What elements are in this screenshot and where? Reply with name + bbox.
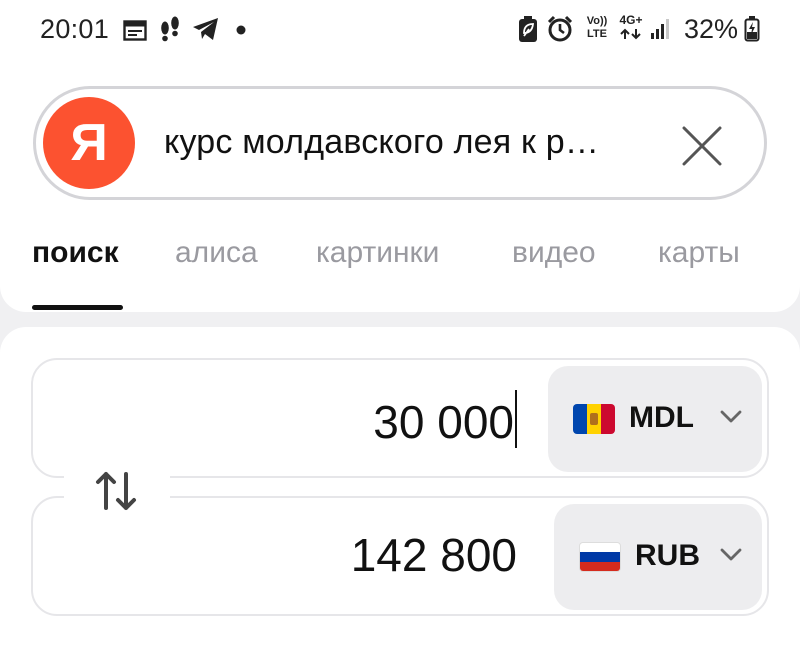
from-currency-select[interactable]: MDL (548, 366, 762, 472)
battery-percent: 32% (683, 14, 738, 44)
alarm-icon (547, 15, 573, 42)
battery-icon (744, 16, 760, 42)
volte-icon: Vo)) LTE (586, 15, 608, 40)
tab-images[interactable]: картинки (316, 236, 439, 270)
active-tab-indicator (32, 305, 123, 310)
search-tabs: поиск алиса картинки видео карты (0, 228, 800, 312)
yandex-logo[interactable]: Я (43, 97, 135, 189)
to-currency-select[interactable]: RUB (554, 504, 762, 610)
swap-arrows-icon (96, 472, 136, 510)
tab-maps[interactable]: карты (658, 236, 740, 270)
battery-saver-icon (519, 16, 537, 42)
footsteps-icon (161, 16, 179, 42)
from-amount-box[interactable]: 30 000 MDL (31, 358, 769, 478)
chevron-down-icon (720, 410, 742, 423)
signal-icon (651, 19, 669, 39)
close-icon[interactable] (680, 124, 724, 168)
swap-button[interactable] (64, 464, 170, 516)
search-box[interactable]: Я курс молдавского лея к р… (33, 86, 767, 200)
to-currency-code: RUB (635, 539, 700, 572)
4g-icon: 4G+ (616, 14, 646, 40)
header-area: 20:01 Vo)) LTE 4G+ 32% Я курс молдавског… (0, 0, 800, 312)
currency-converter: 30 000 MDL 142 800 RUB (0, 327, 800, 645)
telegram-icon (193, 18, 218, 40)
tab-alice[interactable]: алиса (175, 236, 258, 270)
text-caret (515, 390, 517, 448)
tab-video[interactable]: видео (512, 236, 596, 270)
chevron-down-icon (720, 548, 742, 561)
search-query[interactable]: курс молдавского лея к р… (164, 123, 599, 162)
status-bar: 20:01 Vo)) LTE 4G+ 32% (0, 0, 800, 60)
to-amount-input[interactable]: 142 800 (351, 528, 517, 582)
calendar-icon (123, 20, 147, 41)
from-amount-input[interactable]: 30 000 (373, 390, 517, 449)
status-time: 20:01 (40, 14, 110, 44)
tab-search[interactable]: поиск (32, 236, 119, 270)
moldova-flag-icon (573, 404, 615, 434)
dot-icon (236, 25, 246, 35)
russia-flag-icon (579, 542, 621, 572)
from-currency-code: MDL (629, 401, 694, 434)
